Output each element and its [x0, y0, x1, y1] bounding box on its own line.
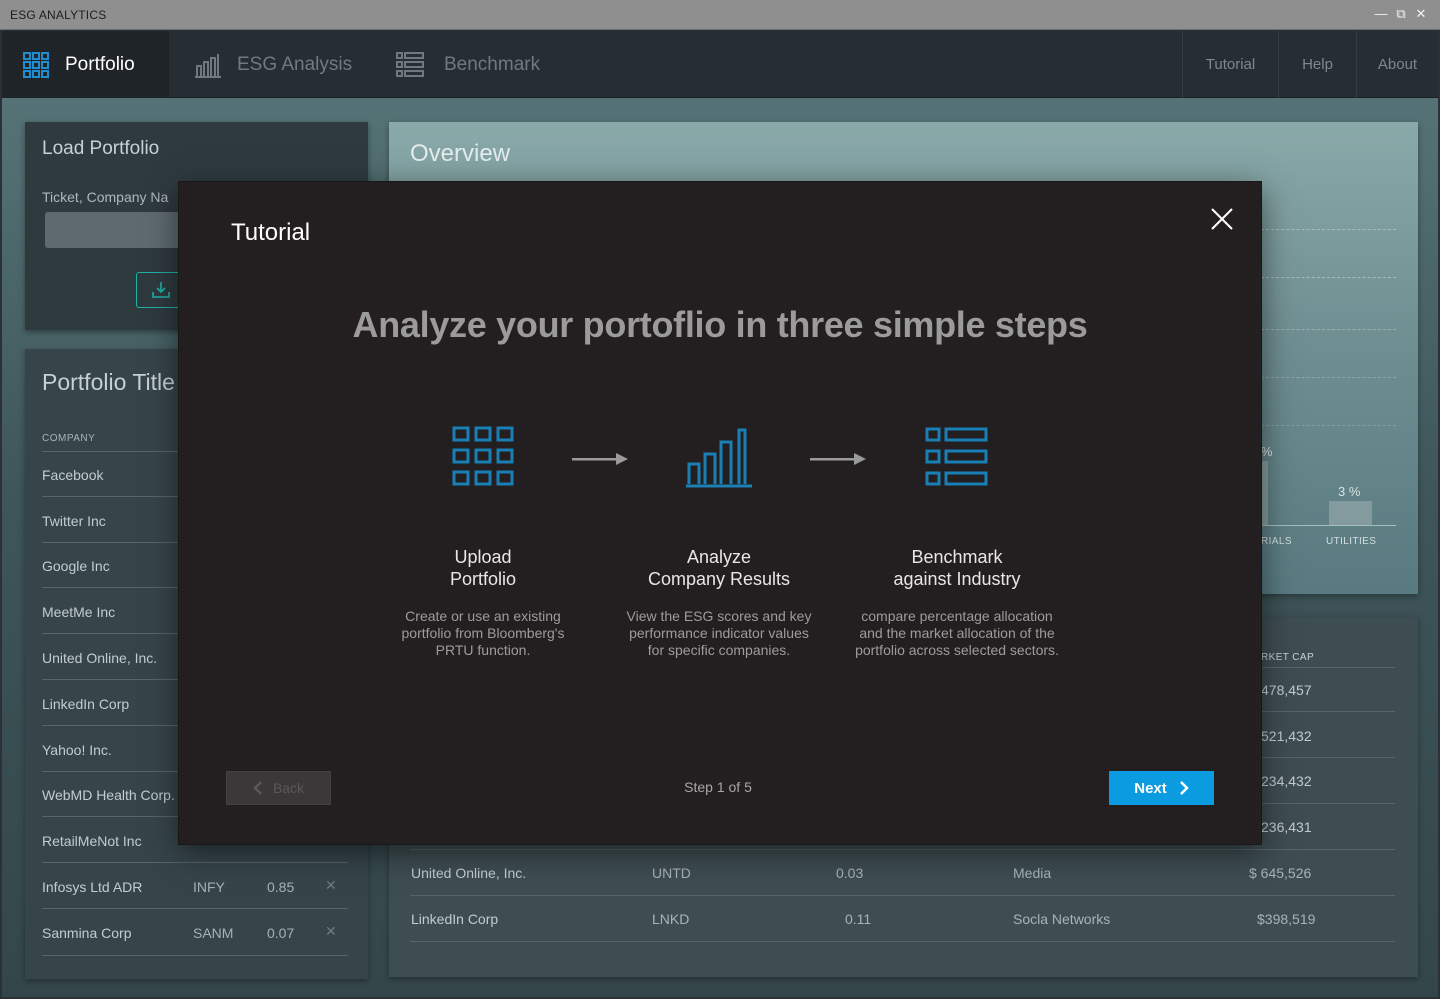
- weight: 0.11: [845, 911, 872, 927]
- nav-about-link[interactable]: About: [1356, 31, 1438, 98]
- company-name: Yahoo! Inc.: [42, 742, 112, 758]
- grid-line: [1261, 329, 1396, 330]
- grid-line: [1261, 229, 1396, 230]
- market-cap: 521,432: [1261, 728, 1312, 744]
- step-description: View the ESG scores and key performance …: [626, 608, 812, 658]
- step-title-line: Company Results: [647, 569, 791, 589]
- weight: 0.85: [267, 879, 295, 895]
- remove-icon[interactable]: ✕: [325, 923, 337, 940]
- company-name: WebMD Health Corp.: [42, 787, 175, 803]
- next-label: Next: [1134, 779, 1167, 797]
- bar-value-label: 3 %: [1338, 484, 1361, 499]
- company-name: Infosys Ltd ADR: [42, 879, 143, 895]
- step-title-line: Upload: [454, 547, 512, 567]
- company-name: Google Inc: [42, 558, 110, 574]
- restore-icon[interactable]: ⧉: [1394, 5, 1408, 23]
- portfolio-title: Portfolio Title: [42, 369, 175, 395]
- ticker: SANM: [193, 925, 234, 941]
- list-icon: [396, 51, 424, 77]
- tutorial-modal: Tutorial Analyze your portoflio in three…: [179, 182, 1261, 844]
- company-name: MeetMe Inc: [42, 604, 116, 620]
- window-controls: — ⧉ ✕: [1374, 5, 1428, 23]
- divider: [410, 895, 1395, 896]
- close-icon[interactable]: [1209, 206, 1235, 232]
- market-cap: $398,519: [1257, 911, 1316, 927]
- search-field-label: Ticket, Company Na: [42, 189, 169, 205]
- market-cap: 478,457: [1261, 682, 1312, 698]
- nav-tutorial-link[interactable]: Tutorial: [1182, 31, 1278, 98]
- overview-title: Overview: [410, 140, 511, 167]
- window-titlebar: ESG ANALYTICS — ⧉ ✕: [0, 0, 1440, 30]
- company-name: RetailMeNot Inc: [42, 833, 142, 849]
- ticker: LNKD: [652, 911, 690, 927]
- list-icon: [925, 427, 988, 486]
- company-name: United Online, Inc.: [411, 865, 527, 881]
- step-title-line: Analyze: [686, 547, 752, 567]
- category-label: RIALS: [1261, 536, 1292, 547]
- weight: 0.03: [836, 865, 864, 881]
- category-label: UTILITIES: [1326, 536, 1377, 547]
- grid-line: [1261, 377, 1396, 378]
- company-name: Twitter Inc: [42, 513, 106, 529]
- tab-benchmark[interactable]: Benchmark: [369, 31, 569, 98]
- tab-portfolio[interactable]: Portfolio: [2, 31, 169, 98]
- market-cap: 234,432: [1261, 773, 1312, 789]
- company-name: LinkedIn Corp: [411, 911, 499, 927]
- company-column-header: COMPANY: [42, 433, 96, 444]
- company-name: Sanmina Corp: [42, 925, 132, 941]
- bar: [1261, 461, 1268, 525]
- divider: [410, 849, 1395, 850]
- step-title-line: against Industry: [893, 569, 1021, 589]
- sector: Media: [1013, 865, 1052, 881]
- step-upload-portfolio: Upload Portfolio Create or use an existi…: [373, 422, 593, 659]
- grid-icon: [452, 426, 514, 486]
- company-name: LinkedIn Corp: [42, 696, 130, 712]
- divider: [42, 955, 348, 956]
- bar-chart-icon: [686, 428, 752, 488]
- tab-label: Portfolio: [65, 53, 135, 75]
- tutorial-headline: Analyze your portoflio in three simple s…: [352, 304, 1088, 345]
- tab-label: ESG Analysis: [237, 53, 353, 75]
- step-description: compare percentage allocation and the ma…: [855, 608, 1059, 658]
- divider: [42, 862, 348, 863]
- market-cap: 236,431: [1261, 819, 1312, 835]
- download-icon: [152, 282, 170, 298]
- window-title: ESG ANALYTICS: [10, 8, 107, 22]
- divider: [410, 941, 1395, 942]
- bar-value-label: %: [1261, 444, 1273, 459]
- remove-icon[interactable]: ✕: [325, 877, 337, 894]
- step-analyze-results: Analyze Company Results View the ESG sco…: [609, 422, 829, 659]
- company-name: Facebook: [42, 467, 104, 483]
- grid-line: [1261, 425, 1396, 426]
- bar-chart-icon: [195, 53, 221, 78]
- market-cap-column-header: RKET CAP: [1261, 652, 1315, 663]
- app-navbar: Portfolio ESG Analysis Benchmark Tutoria…: [2, 31, 1438, 98]
- step-benchmark-industry: Benchmark against Industry compare perce…: [847, 422, 1067, 659]
- step-title-line: Benchmark: [911, 547, 1003, 567]
- ticker: UNTD: [652, 865, 691, 881]
- tab-esg-analysis[interactable]: ESG Analysis: [169, 31, 369, 98]
- grid-line: [1261, 277, 1396, 278]
- minimize-icon[interactable]: —: [1374, 5, 1388, 23]
- bar: [1329, 501, 1372, 525]
- weight: 0.07: [267, 925, 295, 941]
- next-button[interactable]: Next: [1109, 771, 1214, 805]
- step-counter: Step 1 of 5: [684, 779, 752, 795]
- load-portfolio-title: Load Portfolio: [42, 138, 160, 159]
- step-title-line: Portfolio: [449, 569, 517, 589]
- ticker: INFY: [193, 879, 225, 895]
- market-cap: $ 645,526: [1249, 865, 1312, 881]
- modal-title: Tutorial: [231, 219, 311, 246]
- axis-line: [1261, 525, 1396, 526]
- nav-help-link[interactable]: Help: [1278, 31, 1356, 98]
- company-name: United Online, Inc.: [42, 650, 158, 666]
- grid-icon: [23, 51, 49, 78]
- divider: [42, 908, 348, 909]
- sector: Socla Networks: [1013, 911, 1111, 927]
- step-description: Create or use an existing portfolio from…: [401, 608, 565, 658]
- close-window-icon[interactable]: ✕: [1414, 5, 1428, 23]
- chevron-right-icon: [1179, 781, 1189, 795]
- tab-label: Benchmark: [444, 53, 541, 75]
